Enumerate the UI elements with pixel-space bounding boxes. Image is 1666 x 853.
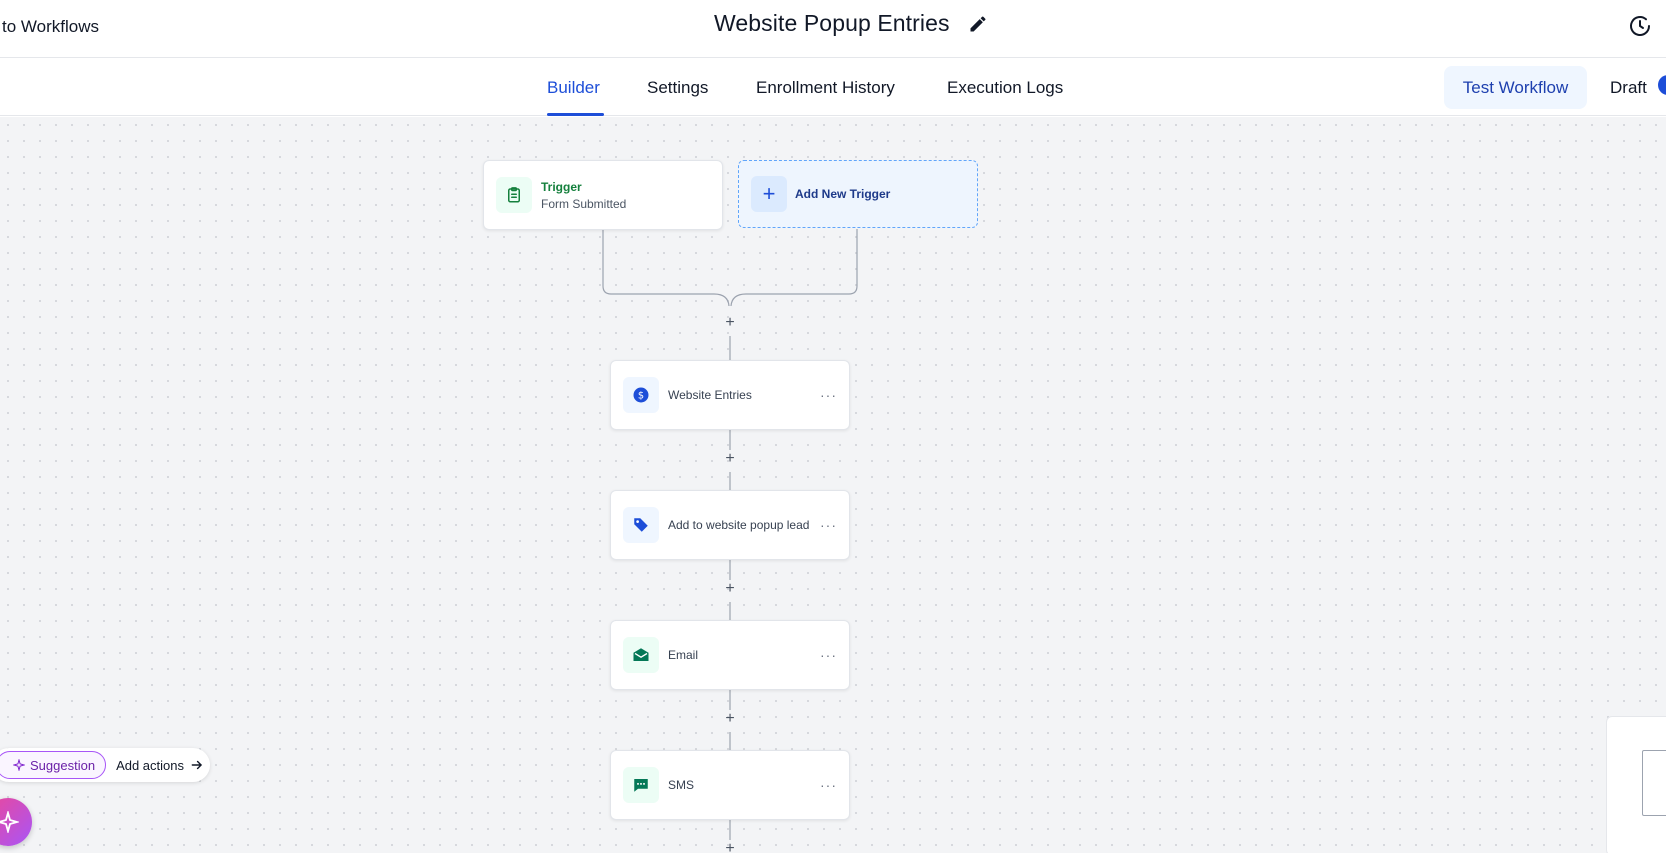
suggestion-label: Suggestion [30, 757, 96, 773]
more-options-icon[interactable]: ··· [820, 388, 837, 402]
step-node-add-tag[interactable]: Add to website popup lead ··· [610, 490, 850, 560]
add-new-trigger-button[interactable]: + Add New Trigger [738, 160, 978, 228]
svg-text:$: $ [638, 390, 644, 401]
trigger-node[interactable]: Trigger Form Submitted [483, 160, 723, 230]
add-step-plus[interactable]: + [723, 451, 737, 467]
sparkle-icon [0, 811, 19, 833]
step-node-sms[interactable]: SMS ··· [610, 750, 850, 820]
email-icon [623, 637, 659, 673]
more-options-icon[interactable]: ··· [820, 518, 837, 532]
suggestion-bar: Suggestion Add actions [0, 748, 210, 782]
step-node-email[interactable]: Email ··· [610, 620, 850, 690]
trigger-text: Trigger Form Submitted [541, 180, 626, 211]
add-new-trigger-label: Add New Trigger [795, 187, 891, 201]
sparkle-icon [13, 759, 25, 771]
trigger-subtitle: Form Submitted [541, 196, 627, 211]
trigger-title: Trigger [541, 179, 582, 194]
sms-icon [623, 767, 659, 803]
minimap[interactable] [1606, 716, 1666, 853]
add-step-plus[interactable]: + [723, 581, 737, 597]
add-step-plus[interactable]: + [723, 711, 737, 727]
step-label: Website Entries [668, 388, 752, 402]
add-step-plus[interactable]: + [723, 315, 737, 331]
tag-icon [623, 507, 659, 543]
more-options-icon[interactable]: ··· [820, 778, 837, 792]
clipboard-icon [496, 177, 532, 213]
step-node-website-entries[interactable]: $ Website Entries ··· [610, 360, 850, 430]
step-label: Email [668, 648, 699, 662]
add-actions-button[interactable]: Add actions [116, 758, 204, 773]
suggestion-chip[interactable]: Suggestion [0, 751, 107, 779]
arrow-right-icon [191, 760, 203, 770]
dollar-icon: $ [623, 377, 659, 413]
add-actions-label: Add actions [116, 757, 184, 773]
plus-icon: + [751, 176, 787, 212]
step-label: SMS [668, 778, 695, 792]
step-label: Add to website popup lead [668, 518, 810, 532]
add-step-plus[interactable]: + [723, 841, 737, 853]
more-options-icon[interactable]: ··· [820, 648, 837, 662]
minimap-viewport[interactable] [1642, 750, 1666, 816]
